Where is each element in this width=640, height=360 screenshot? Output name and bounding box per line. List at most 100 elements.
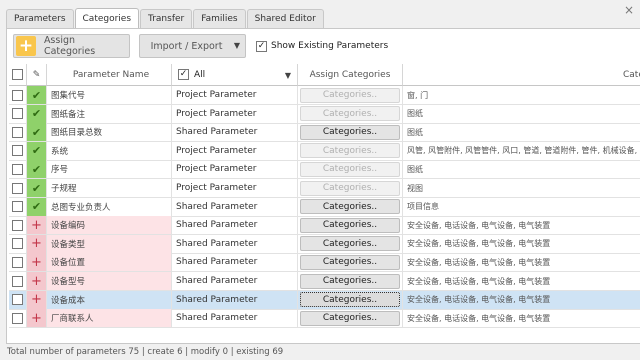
categories-button[interactable]: Categories.. [300, 310, 400, 326]
table-row[interactable]: + 设备编码 Shared Parameter Categories.. 安全设备, 电… [7, 216, 640, 236]
categories-button[interactable]: Categories.. [300, 254, 400, 270]
row-select-cell [9, 272, 27, 291]
parameter-type-cell: Project Parameter [172, 86, 298, 105]
row-checkbox[interactable] [12, 163, 23, 175]
select-all-checkbox[interactable] [12, 69, 23, 80]
row-checkbox[interactable] [12, 145, 23, 157]
table-row[interactable]: ✔ 总图专业负责人 Shared Parameter Categories.. 项目信息 [7, 197, 640, 217]
import-export-dropdown[interactable]: Import / Export ▼ [139, 34, 246, 58]
tab-shared-editor[interactable]: Shared Editor [246, 9, 324, 28]
check-status-icon: ✔ [27, 179, 47, 198]
table-row[interactable]: ✔ 系统 Project Parameter Categories.. 风管, 风管附件… [7, 141, 640, 161]
tab-families[interactable]: Families [193, 9, 246, 28]
show-existing-toggle[interactable]: ✓ Show Existing Parameters [252, 40, 388, 52]
categories-button[interactable]: Categories.. [300, 106, 400, 122]
row-checkbox[interactable] [12, 312, 23, 324]
table-row[interactable]: + 设备位置 Shared Parameter Categories.. 安全设备, 电… [7, 253, 640, 273]
parameter-name-cell: 图纸备注 [47, 104, 172, 124]
add-status-icon: + [27, 216, 47, 236]
categories-button[interactable]: Categories.. [300, 236, 400, 252]
row-select-cell [9, 290, 27, 310]
show-existing-checkbox[interactable]: ✓ [256, 40, 267, 52]
categories-button-cell: Categories.. [298, 197, 403, 217]
add-status-icon: + [27, 309, 47, 329]
row-checkbox[interactable] [12, 238, 23, 250]
check-status-icon: ✔ [27, 86, 47, 105]
parameter-type-cell: Project Parameter [172, 141, 298, 161]
parameter-name-cell: 图集代号 [47, 86, 172, 105]
row-checkbox[interactable] [12, 219, 23, 231]
table-row[interactable]: + 设备型号 Shared Parameter Categories.. 安全设备, 电… [7, 272, 640, 291]
table-row[interactable]: ✔ 子规程 Project Parameter Categories.. 视图 [7, 179, 640, 198]
row-checkbox[interactable] [12, 275, 23, 287]
categories-button[interactable]: Categories.. [300, 143, 400, 159]
categories-button[interactable]: Categories.. [300, 292, 400, 308]
categories-button-cell: Categories.. [298, 104, 403, 124]
tab-categories[interactable]: Categories [74, 8, 140, 28]
table-row[interactable]: + 设备成本 Shared Parameter Categories.. 安全设备, 电… [7, 290, 640, 310]
table-row[interactable]: ✔ 图集代号 Project Parameter Categories.. 窗, 门 [7, 86, 640, 105]
table-row[interactable]: + 设备类型 Shared Parameter Categories.. 安全设备, 电… [7, 234, 640, 254]
parameter-type-cell: Shared Parameter [172, 253, 298, 273]
table-row[interactable]: ✔ 序号 Project Parameter Categories.. 图纸 [7, 160, 640, 180]
parameter-name-cell: 序号 [47, 160, 172, 180]
categories-panel: + Assign Categories Import / Export ▼ ✓ … [6, 28, 640, 344]
add-status-icon: + [27, 253, 47, 273]
categories-list-cell: 视图 [403, 179, 640, 198]
row-select-cell [9, 179, 27, 198]
row-checkbox[interactable] [12, 294, 23, 306]
categories-button-cell: Categories.. [298, 86, 403, 105]
categories-list-cell: 图纸 [403, 123, 640, 143]
type-filter-dropdown[interactable]: ✓ All ▼ [172, 64, 298, 86]
categories-list-cell: 安全设备, 电话设备, 电气设备, 电气装置 [403, 235, 640, 254]
parameter-type-cell: Project Parameter [172, 160, 298, 180]
row-checkbox[interactable] [12, 201, 23, 213]
categories-list-cell: 安全设备, 电话设备, 电气设备, 电气装置 [403, 272, 640, 291]
categories-button[interactable]: Categories.. [300, 180, 400, 196]
row-checkbox[interactable] [12, 89, 23, 101]
categories-list-cell: 风管, 风管附件, 风管管件, 风口, 管道, 管道附件, 管件, 机械设备, … [403, 142, 640, 161]
tab-parameters[interactable]: Parameters [6, 9, 74, 28]
table-row[interactable]: + 厂商联系人 Shared Parameter Categories.. 安全设备, … [7, 309, 640, 329]
row-select-cell [9, 234, 27, 254]
parameter-name-cell: 图纸目录总数 [47, 123, 172, 143]
categories-button[interactable]: Categories.. [300, 161, 400, 177]
categories-button[interactable]: Categories.. [300, 124, 400, 140]
row-select-cell [9, 104, 27, 124]
parameter-type-cell: Shared Parameter [172, 197, 298, 217]
parameter-type-cell: Project Parameter [172, 179, 298, 198]
chevron-down-icon: ▼ [284, 71, 291, 80]
categories-list-cell: 安全设备, 电话设备, 电气设备, 电气装置 [403, 309, 640, 329]
categories-button[interactable]: Categories.. [300, 217, 400, 233]
row-select-cell [9, 141, 27, 161]
parameter-name-header[interactable]: Parameter Name [47, 64, 172, 86]
categories-button[interactable]: Categories.. [300, 273, 400, 289]
check-status-icon: ✔ [27, 123, 47, 143]
row-select-cell [9, 123, 27, 143]
import-export-label: Import / Export [150, 40, 223, 52]
parameter-name-cell: 系统 [47, 141, 172, 161]
categories-button-cell: Categories.. [298, 216, 403, 236]
tab-transfer[interactable]: Transfer [140, 9, 193, 28]
toolbar: + Assign Categories Import / Export ▼ ✓ … [13, 34, 388, 58]
close-icon[interactable]: × [622, 3, 636, 17]
type-filter-checkbox[interactable]: ✓ [178, 69, 189, 80]
add-status-icon: + [27, 272, 47, 291]
parameter-type-cell: Shared Parameter [172, 123, 298, 143]
row-checkbox[interactable] [12, 256, 23, 268]
parameter-type-cell: Shared Parameter [172, 309, 298, 329]
categories-button[interactable]: Categories.. [300, 199, 400, 215]
categories-list-cell: 安全设备, 电话设备, 电气设备, 电气装置 [403, 290, 640, 310]
assign-categories-button[interactable]: + Assign Categories [13, 34, 130, 58]
parameter-type-cell: Project Parameter [172, 104, 298, 124]
select-all-cell [9, 64, 27, 86]
parameter-type-cell: Shared Parameter [172, 216, 298, 236]
check-status-icon: ✔ [27, 197, 47, 217]
row-checkbox[interactable] [12, 108, 23, 120]
row-checkbox[interactable] [12, 126, 23, 138]
row-select-cell [9, 160, 27, 180]
row-checkbox[interactable] [12, 182, 23, 194]
table-row[interactable]: ✔ 图纸目录总数 Shared Parameter Categories.. 图纸 [7, 123, 640, 143]
table-row[interactable]: ✔ 图纸备注 Project Parameter Categories.. 图纸 [7, 104, 640, 124]
categories-button[interactable]: Categories.. [300, 87, 400, 103]
